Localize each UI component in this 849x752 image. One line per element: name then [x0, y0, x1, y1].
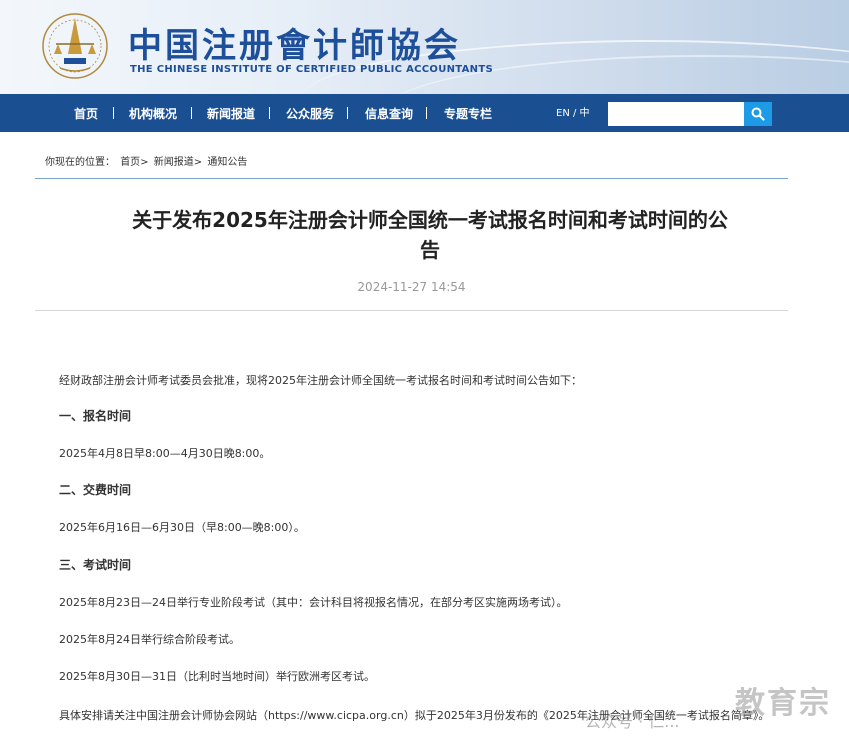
brand-name-cn[interactable]: 中国注册會计師協会 [128, 18, 461, 67]
nav-item-public-services[interactable]: 公众服务 [286, 94, 334, 132]
breadcrumb: 你现在的位置： 首页> 新闻报道> 通知公告 [45, 153, 249, 168]
watermark-small: 公众号 · 仁... [585, 712, 680, 731]
section-heading: 三、考试时间 [59, 558, 132, 572]
article-date: 2024-11-27 14:54 [357, 280, 466, 294]
search-button[interactable] [744, 102, 772, 126]
nav-divider [113, 107, 114, 119]
article-closing: 具体安排请关注中国注册会计师协会网站（https://www.cicpa.org… [59, 709, 770, 722]
article-intro: 经财政部注册会计师考试委员会批准，现将2025年注册会计师全国统一考试报名时间和… [59, 374, 582, 387]
section-heading: 一、报名时间 [59, 409, 132, 423]
search-input[interactable] [608, 102, 744, 126]
section-line: 2025年6月16日—6月30日（早8:00—晚8:00）。 [59, 521, 305, 534]
article-title: 关于发布2025年注册会计师全国统一考试报名时间和考试时间的公告 [132, 208, 728, 262]
cicpa-logo-icon[interactable] [40, 10, 110, 84]
section-line: 2025年8月23日—24日举行专业阶段考试（其中：会计科目将视报名情况，在部分… [59, 596, 568, 609]
nav-divider [426, 107, 427, 119]
section-line: 2025年8月24日举行综合阶段考试。 [59, 633, 240, 646]
brand-name-en: THE CHINESE INSTITUTE OF CERTIFIED PUBLI… [130, 64, 493, 75]
nav-item-about[interactable]: 机构概况 [129, 94, 177, 132]
breadcrumb-news[interactable]: 新闻报道> [154, 157, 202, 168]
divider [35, 310, 788, 311]
breadcrumb-home[interactable]: 首页> [120, 157, 148, 168]
nav-item-news[interactable]: 新闻报道 [207, 94, 255, 132]
search-icon [751, 107, 765, 121]
nav-item-info-query[interactable]: 信息查询 [365, 94, 413, 132]
breadcrumb-notices[interactable]: 通知公告 [207, 157, 247, 168]
section-line: 2025年8月30日—31日（比利时当地时间）举行欧洲考区考试。 [59, 670, 375, 683]
language-switch[interactable]: EN / 中 [556, 94, 590, 132]
nav-item-home[interactable]: 首页 [74, 94, 98, 132]
nav-divider [347, 107, 348, 119]
section-heading: 二、交费时间 [59, 483, 132, 497]
watermark: 教育宗 [735, 686, 831, 721]
nav-divider [269, 107, 270, 119]
site-header: 中国注册會计師協会 THE CHINESE INSTITUTE OF CERTI… [0, 0, 849, 94]
section-line: 2025年4月8日早8:00—4月30日晚8:00。 [59, 447, 271, 460]
breadcrumb-prefix: 你现在的位置： [45, 157, 115, 168]
divider [35, 178, 788, 179]
nav-divider [191, 107, 192, 119]
nav-item-topics[interactable]: 专题专栏 [444, 94, 492, 132]
